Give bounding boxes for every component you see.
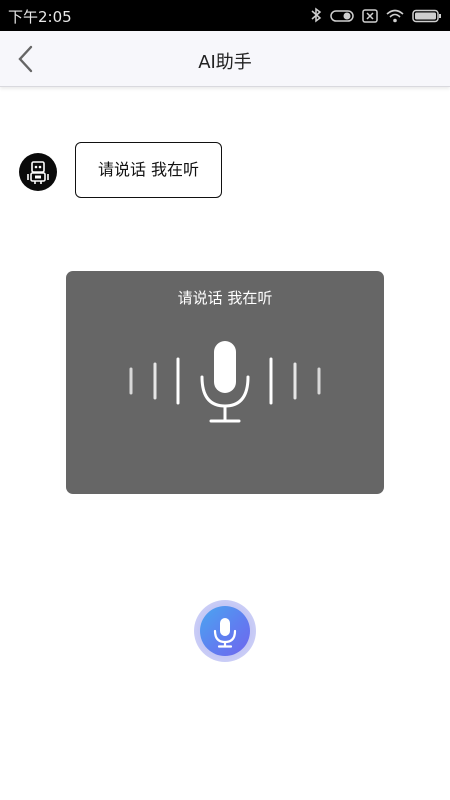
voice-input-button-inner — [200, 606, 250, 656]
microphone-icon — [200, 341, 250, 423]
voice-input-button[interactable] — [194, 600, 256, 662]
wifi-icon — [386, 8, 404, 27]
sim-off-icon — [362, 8, 378, 27]
robot-icon — [27, 161, 49, 184]
voice-wave-indicator — [129, 341, 321, 423]
assistant-avatar — [19, 153, 57, 191]
assistant-message-bubble: 请说话 我在听 — [75, 142, 222, 198]
nav-bar: AI助手 — [0, 31, 450, 87]
bluetooth-icon — [310, 7, 322, 27]
voice-prompt-text: 请说话 我在听 — [177, 289, 273, 307]
status-icons — [310, 7, 442, 27]
voice-listening-panel: 请说话 我在听 — [66, 271, 384, 494]
battery-icon — [412, 8, 442, 27]
page-title: AI助手 — [198, 52, 252, 73]
microphone-icon — [213, 618, 237, 648]
status-bar: 下午2:05 — [0, 0, 450, 31]
toggle-icon — [330, 8, 354, 27]
status-time: 下午2:05 — [8, 8, 72, 26]
